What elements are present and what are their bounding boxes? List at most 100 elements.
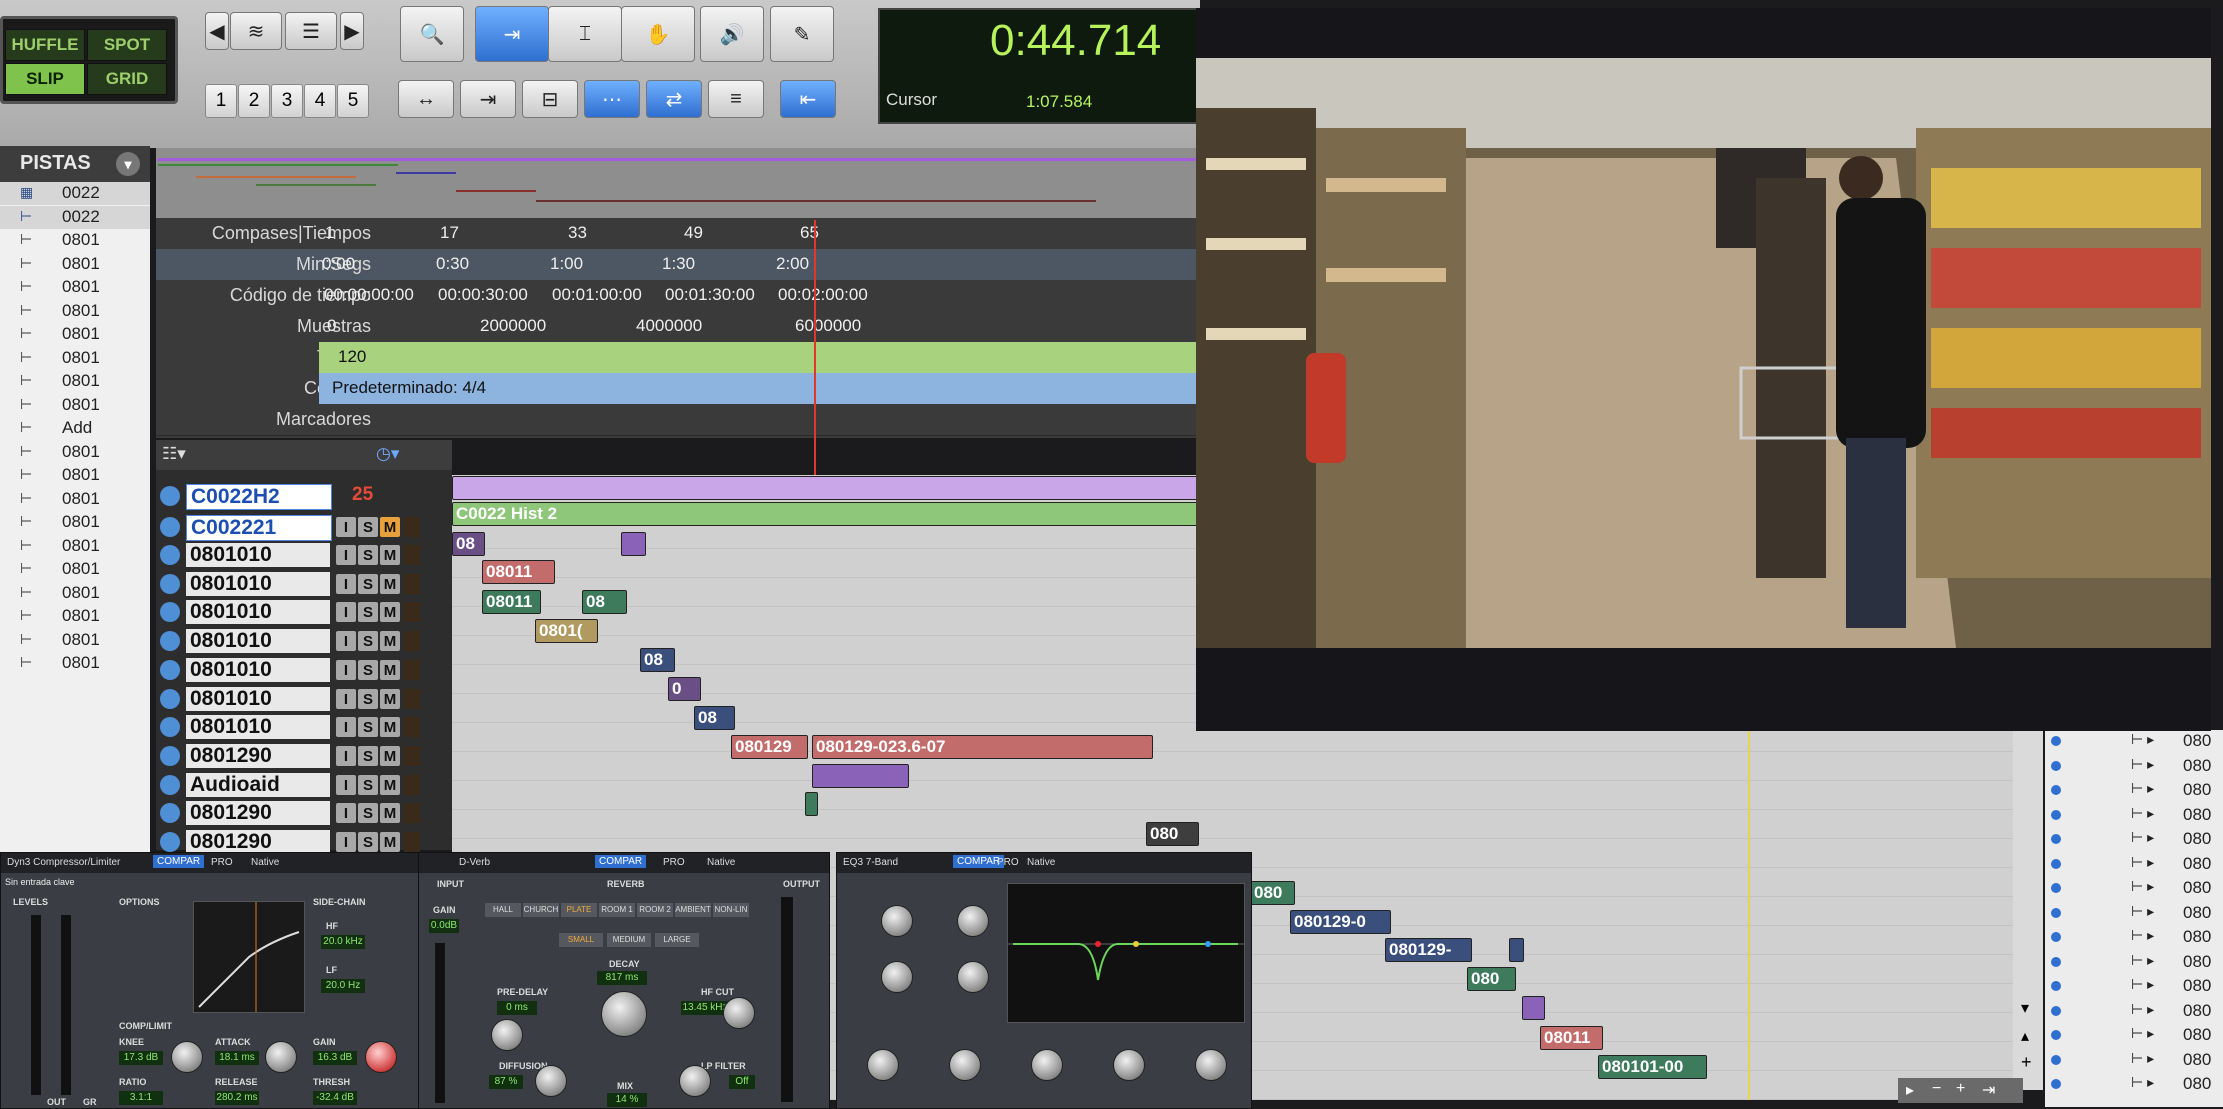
right-track-row[interactable]: ⊢ ▸ 080 bbox=[2045, 755, 2223, 779]
zoom-out-arrow-icon[interactable]: ◀ bbox=[205, 12, 229, 50]
tracks-menu-icon[interactable]: ▾ bbox=[116, 152, 140, 176]
dverb-hfcut-value[interactable]: 13.45 kHz bbox=[681, 1001, 729, 1015]
eq3-knob-9[interactable] bbox=[1195, 1049, 1227, 1081]
right-track-row[interactable]: ⊢ ▸ 080 bbox=[2045, 779, 2223, 803]
dyn3-gain-value[interactable]: 16.3 dB bbox=[313, 1051, 357, 1065]
zoom-preset-2[interactable]: 2 bbox=[238, 84, 270, 118]
waveform-zoom-icon[interactable]: ≋ bbox=[230, 12, 282, 50]
track-m-button[interactable]: M bbox=[380, 717, 400, 737]
zoom-minus-icon[interactable]: − bbox=[1932, 1080, 1941, 1098]
zoom-preset-1[interactable]: 1 bbox=[205, 84, 237, 118]
track-header-row[interactable]: C002221 I S M bbox=[156, 513, 452, 542]
track-i-button[interactable]: I bbox=[336, 602, 356, 622]
track-i-button[interactable]: I bbox=[336, 517, 356, 537]
right-track-row[interactable]: ⊢ ▸ 080 bbox=[2045, 828, 2223, 852]
region-clip[interactable] bbox=[1509, 938, 1524, 962]
dyn3-key-input[interactable]: Sin entrada clave bbox=[5, 877, 75, 887]
dyn3-compressor-plugin[interactable]: Dyn3 Compressor/Limiter COMPAR PRO Nativ… bbox=[0, 852, 420, 1109]
track-name[interactable]: 0801010 bbox=[186, 572, 330, 596]
pistas-row[interactable]: ⊢ 0801 bbox=[0, 253, 150, 276]
region-clip[interactable]: 08 bbox=[640, 648, 675, 672]
dverb-decay-value[interactable]: 817 ms bbox=[597, 971, 647, 985]
region-clip[interactable] bbox=[805, 792, 818, 816]
right-track-row[interactable]: ⊢ ▸ 080 bbox=[2045, 975, 2223, 999]
pistas-row[interactable]: ⊢ 0801 bbox=[0, 300, 150, 323]
right-track-row[interactable]: ⊢ ▸ 080 bbox=[2045, 1073, 2223, 1097]
midi-zoom-icon[interactable]: ☰ bbox=[285, 12, 337, 50]
track-s-button[interactable]: S bbox=[358, 545, 378, 565]
tab-to-transient-icon[interactable]: ⇥ bbox=[460, 80, 516, 118]
tempo-ruler-band[interactable] bbox=[319, 342, 1200, 373]
spot-mode-button[interactable]: SPOT bbox=[87, 29, 167, 61]
dverb-algo-button[interactable]: PLATE bbox=[561, 903, 597, 917]
track-i-button[interactable]: I bbox=[336, 545, 356, 565]
ruler-row[interactable]: Tempo120 bbox=[156, 342, 1200, 374]
track-m-button[interactable]: M bbox=[380, 602, 400, 622]
ruler-row[interactable]: CompásPredeterminado: 4/4 bbox=[156, 373, 1200, 405]
dverb-algo-button[interactable]: HALL bbox=[485, 903, 521, 917]
universe-overview[interactable] bbox=[156, 148, 1200, 218]
pistas-row[interactable]: ⊢ 0801 bbox=[0, 441, 150, 464]
timebase-icon[interactable]: ◷▾ bbox=[376, 444, 399, 464]
track-i-button[interactable]: I bbox=[336, 689, 356, 709]
pistas-row[interactable]: ⊢ 0801 bbox=[0, 629, 150, 652]
zoom-right-icon[interactable]: ▸ bbox=[1906, 1080, 1914, 1100]
pistas-row[interactable]: ⊢ 0801 bbox=[0, 323, 150, 346]
track-header-row[interactable]: 0801010 I S M bbox=[156, 598, 452, 627]
region-clip[interactable]: 080 bbox=[1250, 881, 1295, 905]
zoomer-tool-icon[interactable]: 🔍 bbox=[400, 6, 464, 62]
dverb-size-button[interactable]: SMALL bbox=[559, 933, 603, 947]
pistas-row[interactable]: ⊢ 0022 bbox=[0, 205, 150, 229]
region-clip[interactable]: 0801( bbox=[535, 619, 598, 643]
right-track-row[interactable]: ⊢ ▸ 080 bbox=[2045, 1000, 2223, 1024]
dverb-lpfilter-value[interactable]: Off bbox=[729, 1075, 755, 1089]
region-clip[interactable]: C0022 Hist 2 bbox=[452, 502, 1202, 526]
track-expand-icon[interactable] bbox=[160, 660, 180, 680]
vertical-scrollbar[interactable]: ▾ ▴ + bbox=[2013, 730, 2043, 1090]
region-clip[interactable]: 08 bbox=[582, 590, 627, 614]
scroll-up-icon[interactable]: ▴ bbox=[2021, 1026, 2029, 1046]
track-header-row[interactable]: 0801290 I S M bbox=[156, 742, 452, 771]
track-header-row[interactable]: 0801010 I S M bbox=[156, 713, 452, 742]
link-timeline-icon[interactable]: ⋯ bbox=[584, 80, 640, 118]
pistas-row[interactable]: ⊢ 0801 bbox=[0, 558, 150, 581]
dyn3-release-value[interactable]: 280.2 ms bbox=[215, 1091, 259, 1105]
ruler-row[interactable]: Min:Segs 0:00 0:30 1:00 1:30 2:00 bbox=[156, 249, 1200, 281]
dverb-hfcut-knob[interactable] bbox=[723, 997, 755, 1029]
insertion-follows-icon[interactable]: ≡ bbox=[708, 80, 764, 118]
track-i-button[interactable]: I bbox=[336, 717, 356, 737]
right-track-row[interactable]: ⊢ ▸ 080 bbox=[2045, 730, 2223, 754]
pistas-row[interactable]: ⊢ 0801 bbox=[0, 370, 150, 393]
track-expand-icon[interactable] bbox=[160, 803, 180, 823]
dverb-algo-button[interactable]: AMBIENT bbox=[675, 903, 711, 917]
track-list-menu-icon[interactable]: ☷▾ bbox=[162, 444, 186, 464]
track-m-button[interactable]: M bbox=[380, 631, 400, 651]
right-track-row[interactable]: ⊢ ▸ 080 bbox=[2045, 804, 2223, 828]
track-name[interactable]: 0801010 bbox=[186, 658, 330, 682]
track-s-button[interactable]: S bbox=[358, 602, 378, 622]
track-header-row[interactable]: C0022H2 25 bbox=[156, 482, 452, 511]
track-m-button[interactable]: M bbox=[380, 803, 400, 823]
track-name[interactable]: 0801290 bbox=[186, 801, 330, 825]
track-m-button[interactable]: M bbox=[380, 775, 400, 795]
track-i-button[interactable]: I bbox=[336, 660, 356, 680]
region-clip[interactable]: 080129- bbox=[1385, 938, 1472, 962]
scrubber-tool-icon[interactable]: 🔊 bbox=[700, 6, 764, 62]
track-i-button[interactable]: I bbox=[336, 631, 356, 651]
right-track-row[interactable]: ⊢ ▸ 080 bbox=[2045, 1024, 2223, 1048]
track-name[interactable]: C0022H2 bbox=[186, 484, 332, 510]
dyn3-knee-value[interactable]: 17.3 dB bbox=[119, 1051, 163, 1065]
track-header-row[interactable]: Audioaid I S M bbox=[156, 771, 452, 800]
shuffle-mode-button[interactable]: HUFFLE bbox=[5, 29, 85, 61]
ruler-row[interactable]: Muestras 0 2000000 4000000 6000000 bbox=[156, 311, 1200, 343]
dyn3-knee-knob[interactable] bbox=[171, 1041, 203, 1073]
trim-tool-icon[interactable]: ⇥ bbox=[475, 6, 549, 62]
ruler-row[interactable]: Marcadores bbox=[156, 404, 1200, 436]
dverb-predelay-value[interactable]: 0 ms bbox=[497, 1001, 537, 1015]
zoom-plus-icon[interactable]: + bbox=[1956, 1080, 1965, 1098]
region-clip[interactable]: 080 bbox=[1146, 822, 1199, 846]
right-track-row[interactable]: ⊢ ▸ 080 bbox=[2045, 902, 2223, 926]
pistas-row[interactable]: ⊢ 0801 bbox=[0, 605, 150, 628]
track-header-row[interactable]: 0801010 I S M bbox=[156, 656, 452, 685]
zoom-toggle-icon[interactable]: ↔ bbox=[398, 80, 454, 118]
